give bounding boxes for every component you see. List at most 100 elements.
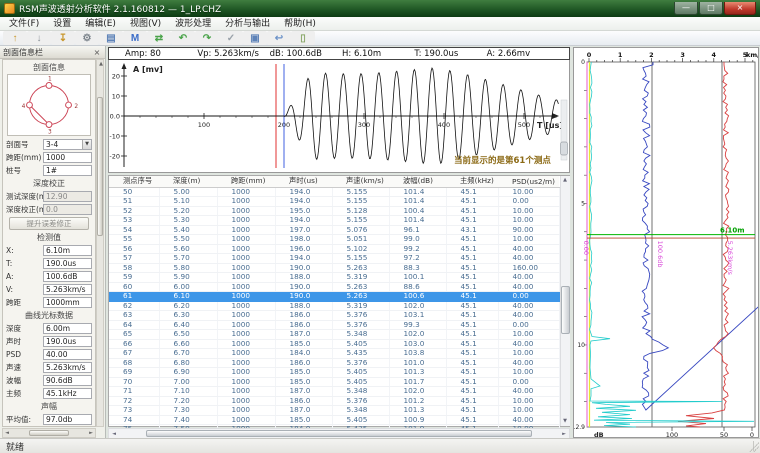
field-value[interactable]: 190.0us	[43, 258, 92, 269]
field-value[interactable]: 1000	[43, 152, 92, 163]
group-title: 深度校正	[5, 177, 93, 190]
scrollbar-thumb[interactable]	[561, 286, 570, 334]
scroll-down-icon[interactable]: ▼	[561, 417, 570, 426]
table-row[interactable]: 707.001000185.05.405101.745.10.00	[109, 377, 559, 387]
check-disabled-button[interactable]: ✓	[219, 31, 243, 45]
table-row[interactable]: 575.701000194.05.15597.245.140.00	[109, 254, 559, 264]
column-header[interactable]: PSD(us2/m)	[498, 176, 559, 187]
field-value[interactable]: 1#	[43, 165, 92, 176]
table-row[interactable]: 616.101000190.05.263100.645.10.00	[109, 292, 559, 302]
table-row[interactable]: 565.601000196.05.10299.245.140.00	[109, 244, 559, 254]
maximize-button[interactable]: □	[699, 2, 723, 15]
scroll-left-icon[interactable]: ◄	[3, 429, 11, 437]
column-header[interactable]: 跨距(mm)	[217, 176, 275, 187]
table-row[interactable]: 656.501000187.05.348102.045.110.00	[109, 330, 559, 340]
table-row[interactable]: 666.601000185.05.405103.045.140.00	[109, 339, 559, 349]
table-row[interactable]: 595.901000188.05.319100.145.140.00	[109, 273, 559, 283]
column-header[interactable]: 声速(km/s)	[332, 176, 389, 187]
field-PSD: PSD40.00	[5, 348, 93, 361]
table-row[interactable]: 727.201000186.05.376101.245.110.00	[109, 396, 559, 406]
field-value[interactable]: 190.0us	[43, 336, 92, 347]
column-header[interactable]: 深度(m)	[159, 176, 217, 187]
table-row[interactable]: 585.801000190.05.26388.345.1160.00	[109, 263, 559, 273]
field-value[interactable]: 40.00	[43, 349, 92, 360]
field-value[interactable]: 3-4▼	[43, 139, 92, 150]
table-cell: 194.0	[275, 216, 332, 226]
scroll-up-icon[interactable]: ▲	[561, 176, 570, 185]
column-header[interactable]: 主频(kHz)	[446, 176, 498, 187]
menu-item-5[interactable]: 波形处理	[168, 17, 218, 31]
undo-button[interactable]: ↶	[171, 31, 195, 45]
field-value[interactable]: 1000mm	[43, 297, 92, 308]
scroll-left-icon[interactable]: ◄	[109, 429, 119, 438]
table-row[interactable]: 535.301000194.05.155101.445.110.00	[109, 216, 559, 226]
table-cell: 198.0	[275, 235, 332, 245]
menu-item-6[interactable]: 分析与输出	[218, 17, 277, 31]
save-project-button[interactable]: ↓	[27, 31, 51, 45]
field-value[interactable]: 100.6dB	[43, 271, 92, 282]
table-row[interactable]: 696.901000185.05.405101.345.110.00	[109, 368, 559, 378]
redo-button[interactable]: ↷	[195, 31, 219, 45]
table-row[interactable]: 606.001000190.05.26388.645.140.00	[109, 282, 559, 292]
menu-item-7[interactable]: 帮助(H)	[277, 17, 323, 31]
table-row[interactable]: 717.101000187.05.348102.045.140.00	[109, 387, 559, 397]
field-value[interactable]: 45.1kHz	[43, 388, 92, 399]
table-row[interactable]: 676.701000184.05.435103.845.110.00	[109, 349, 559, 359]
report-page-button[interactable]: ▯	[291, 31, 315, 45]
export-file-button[interactable]: ↧	[51, 31, 75, 45]
lift-error-correction-button[interactable]: 提升误差修正	[9, 217, 89, 230]
table-row[interactable]: 525.201000195.05.128100.445.110.00	[109, 206, 559, 216]
scroll-up-icon[interactable]: ▲	[97, 60, 105, 68]
waveform-plot[interactable]: 10020030040050020100.0-10-20A [mv]T [us]…	[109, 60, 570, 171]
folder-copy-button[interactable]: ▣	[243, 31, 267, 45]
field-value[interactable]: 5.263km/s	[43, 362, 92, 373]
scroll-right-icon[interactable]: ►	[87, 429, 95, 437]
table-row[interactable]: 555.501000198.05.05199.045.110.00	[109, 235, 559, 245]
wave-slider-thumb[interactable]	[561, 142, 568, 155]
refresh-button[interactable]: ⇄	[147, 31, 171, 45]
settings-gear-button[interactable]: ⚙	[75, 31, 99, 45]
menu-item-3[interactable]: 编辑(E)	[78, 17, 123, 31]
sidebar-close-icon[interactable]: ×	[92, 48, 102, 57]
menu-item-1[interactable]: 文件(F)	[2, 17, 46, 31]
column-header[interactable]: 波幅(dB)	[389, 176, 446, 187]
panel-layout-button[interactable]: ▤	[99, 31, 123, 45]
table-row[interactable]: 737.301000187.05.348101.345.110.00	[109, 406, 559, 416]
scrollbar-thumb[interactable]	[97, 97, 103, 236]
table-cell: 45.1	[446, 263, 498, 273]
table-row[interactable]: 545.401000197.05.07696.143.190.00	[109, 225, 559, 235]
table-vertical-scrollbar[interactable]: ▲ ▼	[560, 176, 570, 426]
menu-bar: 文件(F)设置编辑(E)视图(V)波形处理分析与输出帮助(H)	[0, 17, 760, 31]
table-row[interactable]: 515.101000194.05.155101.445.10.00	[109, 197, 559, 207]
table-row[interactable]: 747.401000185.05.405100.945.140.00	[109, 415, 559, 425]
minimize-button[interactable]: —	[674, 2, 698, 15]
resize-grip-icon[interactable]	[749, 442, 759, 452]
depth-profile-chart[interactable]: 012345km/sdB100500051012.96.10m0.00100.6…	[574, 48, 758, 438]
field-value[interactable]: 5.263km/s	[43, 284, 92, 295]
close-button[interactable]: ×	[724, 2, 756, 15]
field-value[interactable]: 6.10m	[43, 245, 92, 256]
scroll-right-icon[interactable]: ►	[559, 429, 569, 438]
scrollbar-thumb[interactable]	[146, 430, 532, 437]
table-row[interactable]: 636.301000186.05.376103.145.140.00	[109, 311, 559, 321]
table-cell: 5.155	[332, 254, 389, 264]
menu-item-2[interactable]: 设置	[46, 17, 78, 31]
open-project-button[interactable]: ↑	[3, 31, 27, 45]
column-header[interactable]: 声时(us)	[275, 176, 332, 187]
share-back-button[interactable]: ↩	[267, 31, 291, 45]
column-header[interactable]: 测点序号	[109, 176, 159, 187]
chevron-down-icon[interactable]: ▼	[82, 140, 91, 149]
field-value[interactable]: 97.0db	[43, 414, 92, 425]
scrollbar-thumb[interactable]	[29, 430, 69, 436]
field-value[interactable]: 90.6dB	[43, 375, 92, 386]
table-row[interactable]: 686.801000186.05.376101.045.140.00	[109, 358, 559, 368]
table-cell: 102.0	[389, 387, 446, 397]
table-row[interactable]: 626.201000188.05.319102.045.140.00	[109, 301, 559, 311]
menu-item-4[interactable]: 视图(V)	[123, 17, 168, 31]
field-value[interactable]: 6.00m	[43, 323, 92, 334]
waveform-view-button[interactable]: M	[123, 31, 147, 45]
sidebar-vertical-scrollbar[interactable]: ▲	[96, 59, 104, 427]
sidebar-horizontal-scrollbar[interactable]: ◄ ►	[2, 428, 96, 438]
table-row[interactable]: 505.001000194.05.155101.445.110.00	[109, 187, 559, 197]
table-row[interactable]: 646.401000186.05.37699.345.10.00	[109, 320, 559, 330]
